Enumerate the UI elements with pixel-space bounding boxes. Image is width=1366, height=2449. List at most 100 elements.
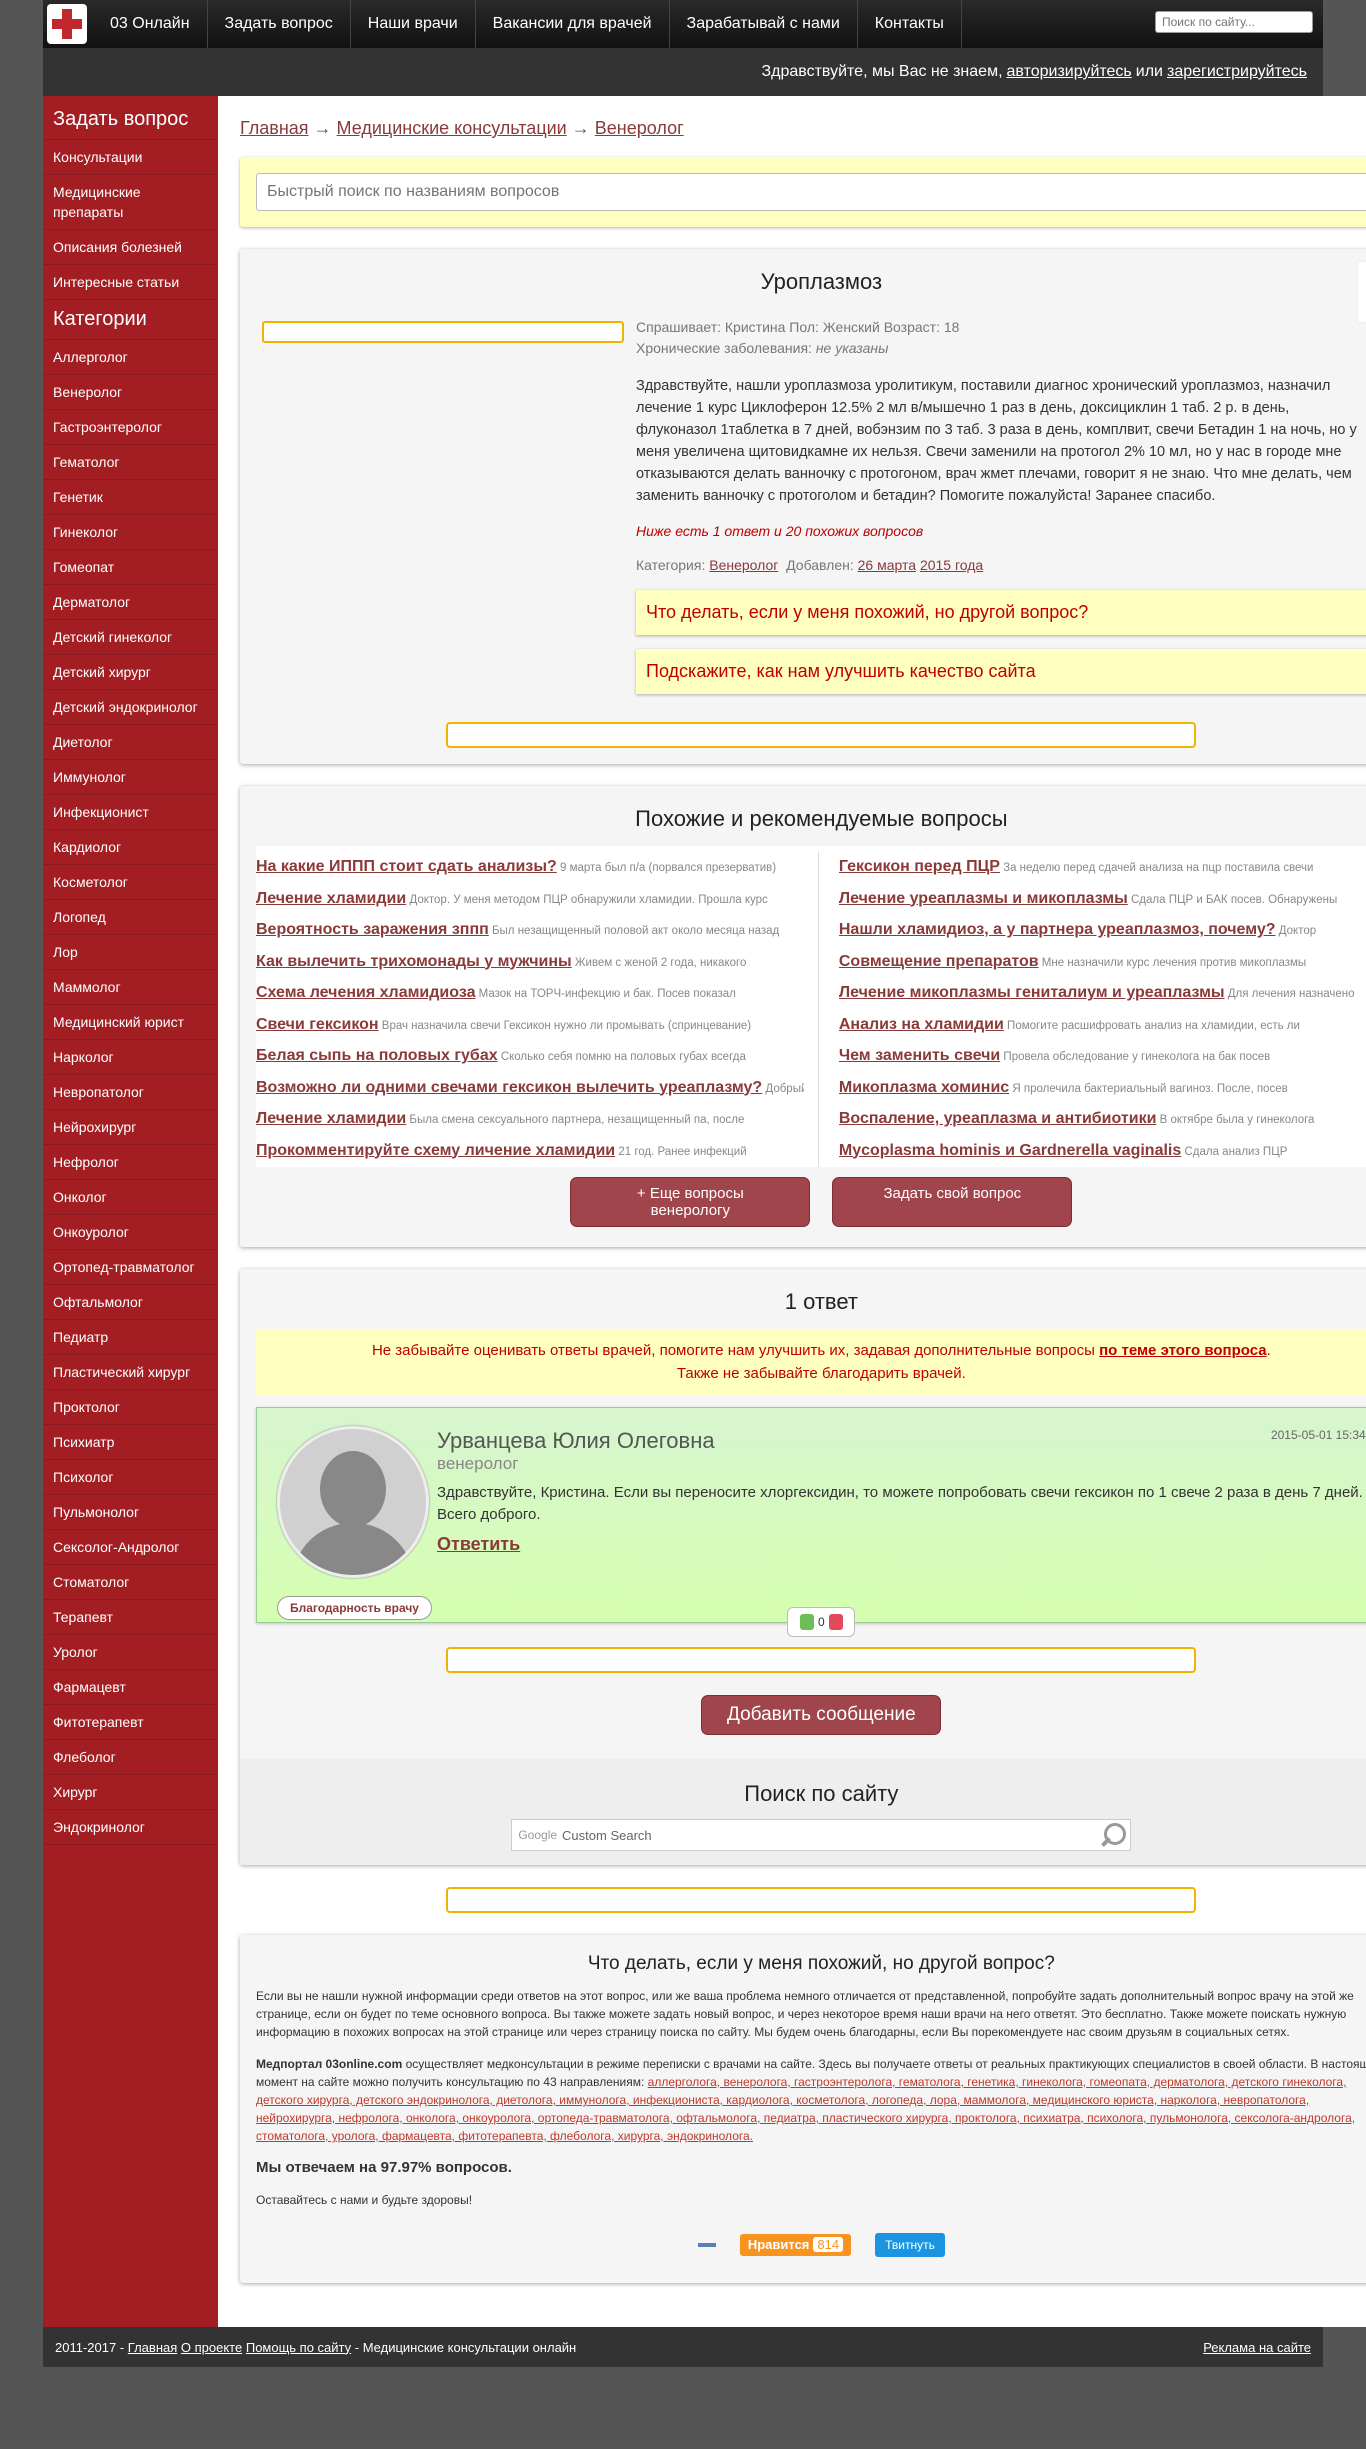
nav-vacancies[interactable]: Вакансии для врачей: [476, 0, 670, 48]
sidebar-category-item[interactable]: Детский хирург: [43, 655, 218, 690]
sidebar-category-item[interactable]: Детский эндокринолог: [43, 690, 218, 725]
similar-question-link[interactable]: Гексикон перед ПЦР: [839, 858, 1000, 875]
similar-question-link[interactable]: Возможно ли одними свечами гексикон выле…: [256, 1079, 762, 1096]
similar-question-link[interactable]: Совмещение препаратов: [839, 953, 1039, 970]
doctor-name[interactable]: Урванцева Юлия Олеговна: [437, 1428, 1366, 1454]
search-icon[interactable]: [1098, 1821, 1127, 1849]
sidebar-item-articles[interactable]: Интересные статьи: [43, 265, 218, 300]
reply-link[interactable]: Ответить: [437, 1534, 520, 1554]
similar-question-link[interactable]: Схема лечения хламидиоза: [256, 984, 475, 1001]
sidebar-ask-heading[interactable]: Задать вопрос: [43, 100, 218, 140]
sidebar-category-item[interactable]: Иммунолог: [43, 760, 218, 795]
similar-question-link[interactable]: Анализ на хламидии: [839, 1016, 1004, 1033]
similar-question-link[interactable]: Прокомментируйте схему личение хламидии: [256, 1142, 615, 1159]
sidebar-category-item[interactable]: Гастроэнтеролог: [43, 410, 218, 445]
sidebar-category-item[interactable]: Лор: [43, 935, 218, 970]
similar-question-link[interactable]: Чем заменить свечи: [839, 1047, 1000, 1064]
sidebar-category-item[interactable]: Аллерголог: [43, 340, 218, 375]
nav-ask[interactable]: Задать вопрос: [208, 0, 351, 48]
similar-question-link[interactable]: Микоплазма хоминис: [839, 1079, 1009, 1096]
tweet-button[interactable]: Твитнуть: [875, 2233, 945, 2257]
register-link[interactable]: зарегистрируйтесь: [1167, 63, 1307, 81]
similar-question-link[interactable]: Воспаление, уреаплазма и антибиотики: [839, 1110, 1157, 1127]
sidebar-category-item[interactable]: Сексолог-Андролог: [43, 1530, 218, 1565]
footer-ads-link[interactable]: Реклама на сайте: [1203, 2340, 1311, 2355]
nav-doctors[interactable]: Наши врачи: [351, 0, 476, 48]
added-year-link[interactable]: 2015 года: [920, 557, 983, 573]
sidebar-category-item[interactable]: Эндокринолог: [43, 1810, 218, 1845]
custom-search-input[interactable]: Custom Search: [557, 1828, 1098, 1843]
sidebar-category-item[interactable]: Офтальмолог: [43, 1285, 218, 1320]
sidebar-category-item[interactable]: Косметолог: [43, 865, 218, 900]
sidebar-category-item[interactable]: Генетик: [43, 480, 218, 515]
sidebar-category-item[interactable]: Терапевт: [43, 1600, 218, 1635]
similar-question-link[interactable]: Как вылечить трихомонады у мужчины: [256, 953, 572, 970]
sidebar-category-item[interactable]: Хирург: [43, 1775, 218, 1810]
nav-home[interactable]: 03 Онлайн: [93, 0, 208, 48]
added-day-link[interactable]: 26 марта: [858, 557, 916, 573]
similar-question-link[interactable]: Свечи гексикон: [256, 1016, 379, 1033]
ok-like-button[interactable]: Нравится 814: [739, 2234, 852, 2256]
sidebar-category-item[interactable]: Инфекционист: [43, 795, 218, 830]
breadcrumb-consult[interactable]: Медицинские консультации: [337, 118, 567, 138]
similar-question-link[interactable]: Лечение уреаплазмы и микоплазмы: [839, 890, 1128, 907]
sidebar-item-diseases[interactable]: Описания болезней: [43, 230, 218, 265]
sidebar-item-drugs[interactable]: Медицинские препараты: [43, 175, 218, 230]
login-link[interactable]: авторизируйтесь: [1007, 63, 1132, 81]
logo[interactable]: [47, 4, 87, 44]
sidebar-category-item[interactable]: Онколог: [43, 1180, 218, 1215]
footer-home-link[interactable]: Главная: [128, 2340, 177, 2355]
similar-question-link[interactable]: Нашли хламидиоз, а у партнера уреаплазмо…: [839, 921, 1276, 938]
ask-question-button[interactable]: Задать свой вопрос: [832, 1177, 1073, 1227]
similar-question-link[interactable]: Mycoplasma hominis и Gardnerella vaginal…: [839, 1142, 1181, 1159]
sidebar-category-item[interactable]: Маммолог: [43, 970, 218, 1005]
site-search-input[interactable]: [1155, 11, 1313, 33]
feedback-link[interactable]: Подскажите, как нам улучшить качество са…: [636, 649, 1366, 694]
sidebar-category-item[interactable]: Пластический хирург: [43, 1355, 218, 1390]
similar-question-link[interactable]: Лечение хламидии: [256, 890, 406, 907]
similar-question-link[interactable]: Лечение хламидии: [256, 1110, 406, 1127]
sidebar-category-item[interactable]: Нейрохирург: [43, 1110, 218, 1145]
sidebar-category-item[interactable]: Венеролог: [43, 375, 218, 410]
sidebar-category-item[interactable]: Психолог: [43, 1460, 218, 1495]
breadcrumb-current[interactable]: Венеролог: [595, 118, 684, 138]
footer-help-link[interactable]: Помощь по сайту: [246, 2340, 351, 2355]
sidebar-category-item[interactable]: Диетолог: [43, 725, 218, 760]
sidebar-category-item[interactable]: Фармацевт: [43, 1670, 218, 1705]
quick-search-input[interactable]: [256, 173, 1366, 211]
sidebar-category-item[interactable]: Педиатр: [43, 1320, 218, 1355]
sidebar-category-item[interactable]: Нарколог: [43, 1040, 218, 1075]
category-link[interactable]: Венеролог: [709, 557, 778, 573]
notice-link[interactable]: по теме этого вопроса: [1099, 1342, 1267, 1359]
sidebar-category-item[interactable]: Логопед: [43, 900, 218, 935]
sidebar-item-consult[interactable]: Консультации: [43, 140, 218, 175]
sidebar-category-item[interactable]: Пульмонолог: [43, 1495, 218, 1530]
sidebar-category-item[interactable]: Гинеколог: [43, 515, 218, 550]
similar-question-link[interactable]: Белая сыпь на половых губах: [256, 1047, 498, 1064]
sidebar-category-item[interactable]: Гематолог: [43, 445, 218, 480]
similar-question-link[interactable]: На какие ИППП стоит сдать анализы?: [256, 858, 557, 875]
sidebar-category-item[interactable]: Флеболог: [43, 1740, 218, 1775]
nav-contacts[interactable]: Контакты: [858, 0, 962, 48]
vk-share-icon[interactable]: [697, 2243, 716, 2247]
sidebar-category-item[interactable]: Психиатр: [43, 1425, 218, 1460]
thumbs-down-icon[interactable]: [828, 1614, 843, 1630]
sidebar-category-item[interactable]: Медицинский юрист: [43, 1005, 218, 1040]
similar-question-link[interactable]: Лечение микоплазмы гениталиум и уреаплаз…: [839, 984, 1225, 1001]
sidebar-category-item[interactable]: Стоматолог: [43, 1565, 218, 1600]
footer-about-link[interactable]: О проекте: [181, 2340, 242, 2355]
sidebar-category-item[interactable]: Ортопед-травматолог: [43, 1250, 218, 1285]
sidebar-category-item[interactable]: Кардиолог: [43, 830, 218, 865]
sidebar-category-item[interactable]: Уролог: [43, 1635, 218, 1670]
sidebar-category-item[interactable]: Нефролог: [43, 1145, 218, 1180]
sidebar-category-item[interactable]: Гомеопат: [43, 550, 218, 585]
similar-question-help-link[interactable]: Что делать, если у меня похожий, но друг…: [636, 590, 1366, 635]
sidebar-category-item[interactable]: Онкоуролог: [43, 1215, 218, 1250]
thank-doctor-button[interactable]: Благодарность врачу: [277, 1596, 432, 1620]
add-message-button[interactable]: Добавить сообщение: [701, 1695, 942, 1735]
sidebar-category-item[interactable]: Невропатолог: [43, 1075, 218, 1110]
more-questions-button[interactable]: + Еще вопросы венерологу: [570, 1177, 811, 1227]
thumbs-up-icon[interactable]: [800, 1614, 814, 1630]
nav-earn[interactable]: Зарабатывай с нами: [670, 0, 858, 48]
sidebar-category-item[interactable]: Фитотерапевт: [43, 1705, 218, 1740]
